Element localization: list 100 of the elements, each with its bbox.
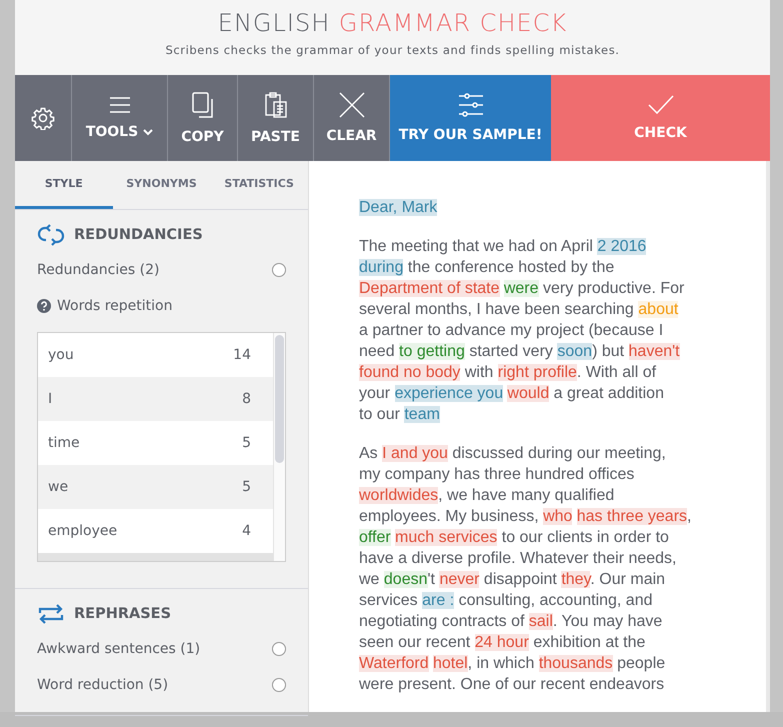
body-text: very productive. For [542,280,684,297]
chevron-down-icon [143,128,154,136]
help-label: Words repetition [57,298,172,314]
horizontal-scrollbar[interactable] [0,712,783,727]
style-highlight[interactable]: are : [422,592,454,609]
body-text: . With all of [576,364,656,381]
section-title: REDUNDANCIES [74,227,203,243]
option-label: Redundancies (2) [37,262,160,278]
error-highlight[interactable]: hotel [432,655,468,672]
body-text: people [616,655,666,672]
body-text: employees. My business, [359,508,540,525]
style-highlight[interactable]: during [359,259,404,276]
preposition-highlight[interactable]: about [638,301,678,318]
grammar-highlight[interactable]: were [504,280,539,297]
body-text: The meeting that we had on April [359,238,594,255]
copy-button[interactable]: COPY [168,75,238,161]
settings-button[interactable] [15,75,72,161]
grammar-highlight[interactable]: doesn [384,571,428,588]
close-icon [338,92,364,118]
sidebar-tab[interactable]: STYLE [15,161,113,209]
style-highlight[interactable]: experience you [394,385,504,402]
clear-button[interactable]: CLEAR [314,75,390,161]
body-text: ) but [592,343,626,360]
style-highlight[interactable]: soon [557,343,592,360]
option-label: Awkward sentences (1) [37,641,200,657]
settings-icon [31,106,55,130]
page-subtitle: Scribens checks the grammar of your texts and finds spelling mistakes. [164,43,621,57]
body-text: . Our main [590,571,666,588]
body-text: the conference hosted by the [406,259,614,276]
body-text: disappoint [482,571,558,588]
body-text: . You may have [552,613,662,630]
word-text: I [48,391,52,407]
cycle-arrows-icon [37,224,65,246]
body-text: my company has three hundred offices [359,466,634,483]
word-count: 5 [242,479,251,495]
body-text: we [359,571,380,588]
body-text: have a diverse profile. Whatever their needs, [359,550,676,567]
error-highlight[interactable]: much services [395,529,498,546]
help-icon [37,299,51,313]
sidebar-tab[interactable]: STATISTICS [210,161,308,209]
sidebar-tab[interactable]: SYNONYMS [112,161,210,209]
body-text: , we have many qualified [438,487,614,504]
word-text: we [48,479,68,495]
body-text: a great addition [552,385,664,402]
check-button[interactable]: CHECK [551,75,770,161]
error-highlight[interactable]: has three years [576,508,688,525]
body-text: several months, I have been searching [359,301,635,318]
paste-button[interactable]: PASTE [238,75,314,161]
body-text: negotiating contracts of [359,613,526,630]
error-highlight[interactable]: they [561,571,590,588]
sliders-icon [458,93,484,117]
body-text: need [359,343,396,360]
body-text: , [687,508,692,525]
error-highlight[interactable]: Waterford [359,655,429,672]
error-highlight[interactable]: right profile [498,364,577,381]
body-text: were present. One of our recent endeavors [359,676,664,693]
body-text: services [359,592,419,609]
style-highlight[interactable]: Dear, Mark [359,199,438,216]
body-text: 't [428,571,436,588]
body-text: with [464,364,494,381]
tools-button[interactable]: TOOLS [72,75,168,161]
error-highlight[interactable]: would [507,385,550,402]
body-text: exhibition at the [532,634,646,651]
error-highlight[interactable]: never [439,571,480,588]
error-highlight[interactable]: sail [528,613,553,630]
error-highlight[interactable]: haven't [628,343,680,360]
body-text: to our [359,406,401,423]
body-text: your [359,385,392,402]
grammar-highlight[interactable]: to getting [399,343,465,360]
word-count: 14 [233,347,251,363]
radio-button[interactable] [272,642,286,656]
error-highlight[interactable]: thousands [538,655,613,672]
error-highlight[interactable]: Department of state [359,280,500,297]
body-text: a partner to advance my project (because I [359,322,664,339]
swap-arrows-icon [37,603,65,625]
scrollbar-thumb[interactable] [275,335,284,463]
error-highlight[interactable]: who [543,508,572,525]
option-label: Word reduction (5) [37,677,168,693]
menu-icon [108,96,130,114]
grammar-highlight[interactable]: offer [359,529,391,546]
word-text: time [48,435,80,451]
word-count: 8 [242,391,251,407]
section-title: REPHRASES [74,606,172,622]
body-text: discussed during our meeting, [451,445,666,462]
body-text: seen our recent [359,634,472,651]
body-text: , in which [468,655,536,672]
error-highlight[interactable]: 24 hour [474,634,529,651]
style-highlight[interactable]: 2 2016 [597,238,646,255]
copy-icon [190,91,214,119]
style-highlight[interactable]: team [404,406,440,423]
word-count: 4 [242,523,251,539]
error-highlight[interactable]: found no body [359,364,460,381]
try-sample-button[interactable]: TRY OUR SAMPLE! [390,75,551,161]
word-text: you [48,347,74,363]
body-text: As [359,445,379,462]
error-highlight[interactable]: I and you [382,445,448,462]
radio-button[interactable] [272,263,286,277]
error-highlight[interactable]: worldwides [359,487,438,504]
radio-button[interactable] [272,678,286,692]
word-count: 5 [242,435,251,451]
